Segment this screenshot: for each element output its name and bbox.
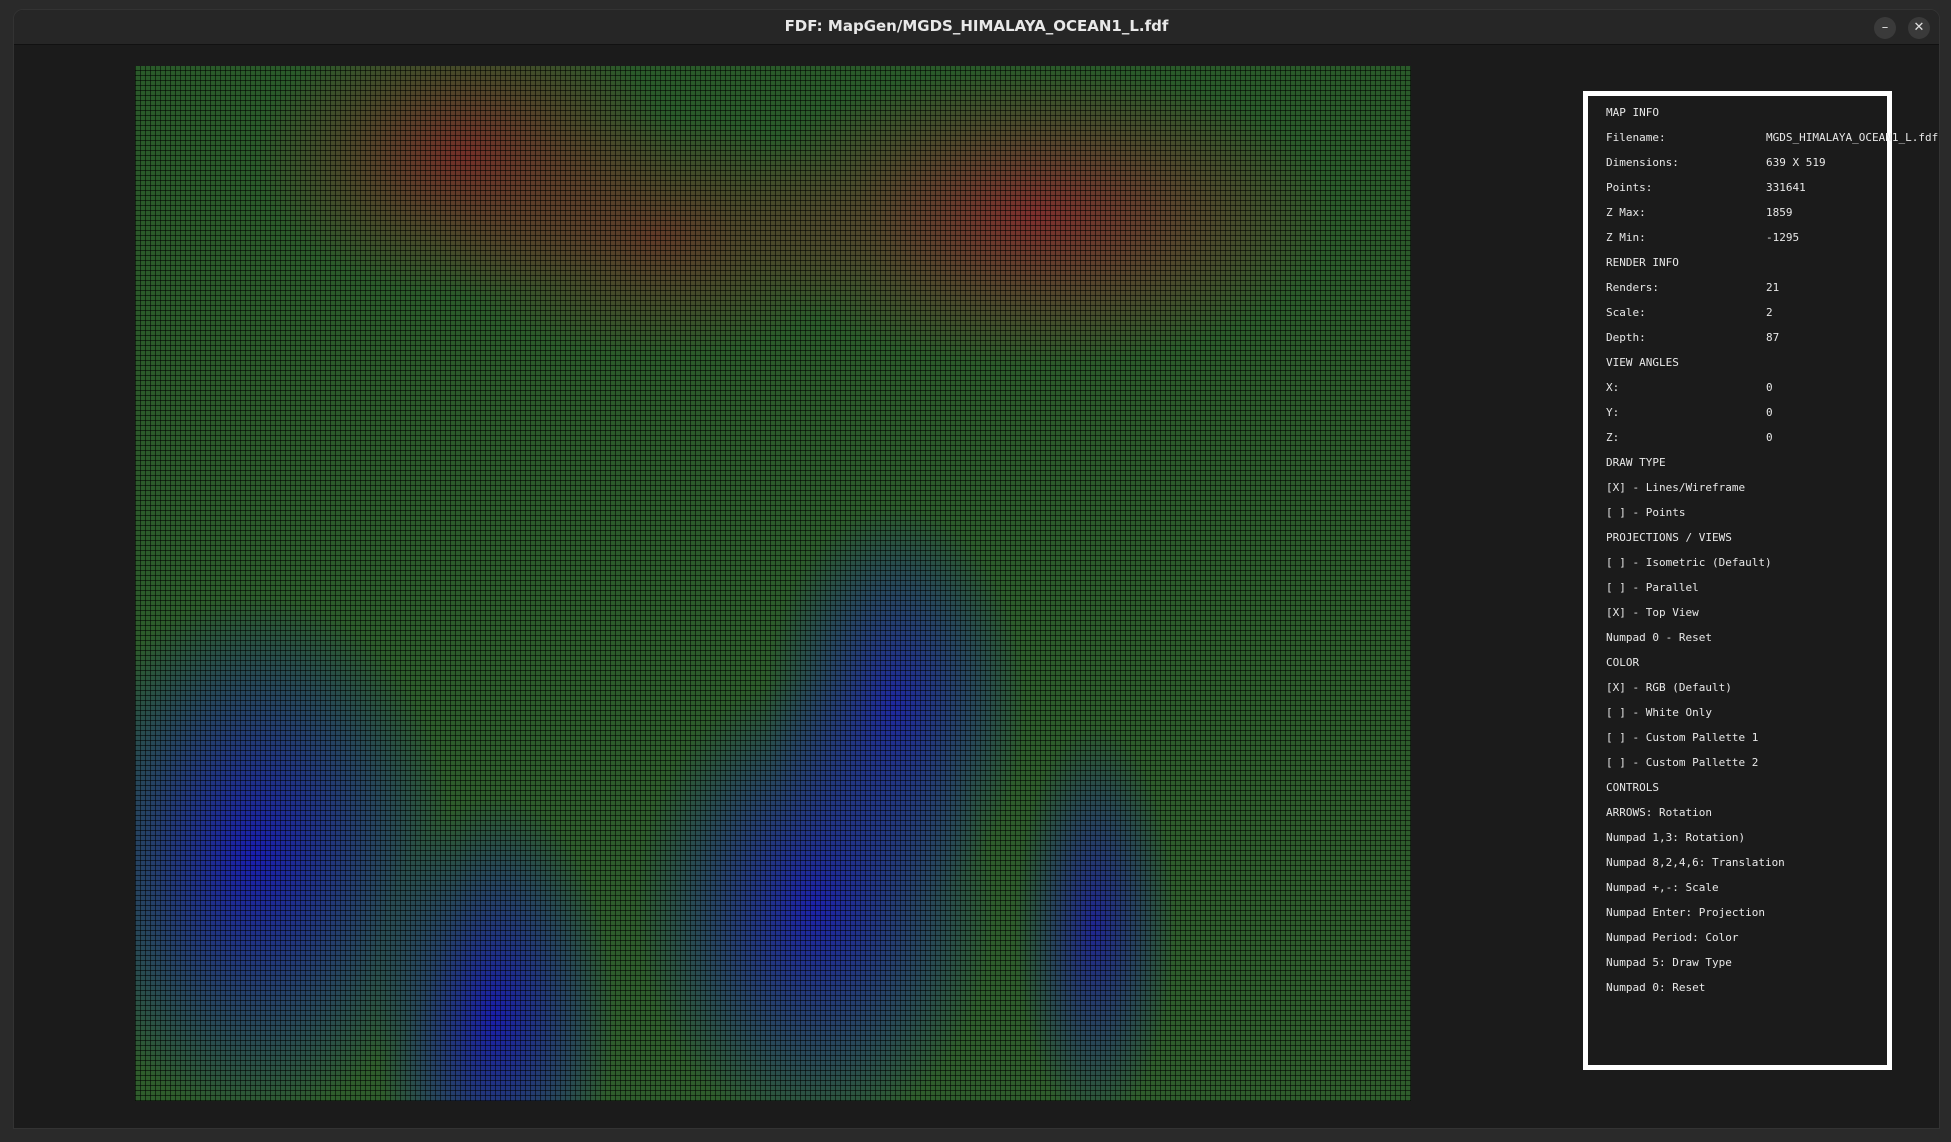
app-window: FDF: MapGen/MGDS_HIMALAYA_OCEAN1_L.fdf –… — [13, 9, 1940, 1129]
control-translation: Numpad 8,2,4,6: Translation — [1606, 856, 1785, 869]
control-reset: Numpad 0: Reset — [1606, 981, 1706, 994]
color-custom-2: [ ] - Custom Pallette 2 — [1606, 756, 1759, 769]
points-value: 331641 — [1766, 181, 1806, 194]
title-bar[interactable]: FDF: MapGen/MGDS_HIMALAYA_OCEAN1_L.fdf –… — [14, 10, 1939, 45]
close-icon: ✕ — [1913, 20, 1925, 35]
view-angles-heading: VIEW ANGLES — [1606, 356, 1679, 369]
angle-z-value: 0 — [1766, 431, 1773, 444]
render-info-heading: RENDER INFO — [1606, 256, 1679, 269]
draw-type-lines: [X] - Lines/Wireframe — [1606, 481, 1746, 494]
color-rgb: [X] - RGB (Default) — [1606, 681, 1732, 694]
angle-x-label: X: — [1606, 381, 1620, 394]
control-scale: Numpad +,-: Scale — [1606, 881, 1719, 894]
projection-parallel: [ ] - Parallel — [1606, 581, 1699, 594]
projection-isometric: [ ] - Isometric (Default) — [1606, 556, 1772, 569]
control-projection: Numpad Enter: Projection — [1606, 906, 1765, 919]
points-label: Points: — [1606, 181, 1653, 194]
scale-value: 2 — [1766, 306, 1773, 319]
minimize-button[interactable]: – — [1874, 17, 1896, 39]
color-custom-1: [ ] - Custom Pallette 1 — [1606, 731, 1759, 744]
controls-heading: CONTROLS — [1606, 781, 1659, 794]
draw-type-heading: DRAW TYPE — [1606, 456, 1666, 469]
close-button[interactable]: ✕ — [1908, 17, 1930, 39]
control-arrows: ARROWS: Rotation — [1606, 806, 1712, 819]
map-info-heading: MAP INFO — [1606, 106, 1659, 119]
color-white-only: [ ] - White Only — [1606, 706, 1712, 719]
projections-heading: PROJECTIONS / VIEWS — [1606, 531, 1732, 544]
angle-z-label: Z: — [1606, 431, 1620, 444]
control-draw-type: Numpad 5: Draw Type — [1606, 956, 1732, 969]
control-color: Numpad Period: Color — [1606, 931, 1739, 944]
zmax-label: Z Max: — [1606, 206, 1646, 219]
minimize-icon: – — [1881, 20, 1889, 35]
filename-value: MGDS_HIMALAYA_OCEAN1_L.fdf — [1766, 131, 1939, 144]
renders-label: Renders: — [1606, 281, 1659, 294]
angle-y-value: 0 — [1766, 406, 1773, 419]
depth-label: Depth: — [1606, 331, 1646, 344]
renders-value: 21 — [1766, 281, 1780, 294]
draw-type-points: [ ] - Points — [1606, 506, 1686, 519]
angle-x-value: 0 — [1766, 381, 1773, 394]
projection-reset: Numpad 0 - Reset — [1606, 631, 1712, 644]
color-heading: COLOR — [1606, 656, 1640, 669]
info-panel: MAP INFO Filename: MGDS_HIMALAYA_OCEAN1_… — [1583, 91, 1938, 1070]
zmin-value: -1295 — [1766, 231, 1800, 244]
depth-value: 87 — [1766, 331, 1780, 344]
scale-label: Scale: — [1606, 306, 1646, 319]
dimensions-label: Dimensions: — [1606, 156, 1679, 169]
dimensions-value: 639 X 519 — [1766, 156, 1826, 169]
filename-label: Filename: — [1606, 131, 1666, 144]
projection-top-view: [X] - Top View — [1606, 606, 1699, 619]
heightmap-wireframe-render[interactable] — [135, 66, 1411, 1101]
control-rotation: Numpad 1,3: Rotation) — [1606, 831, 1746, 844]
zmin-label: Z Min: — [1606, 231, 1646, 244]
window-title: FDF: MapGen/MGDS_HIMALAYA_OCEAN1_L.fdf — [784, 17, 1169, 35]
angle-y-label: Y: — [1606, 406, 1620, 419]
zmax-value: 1859 — [1766, 206, 1793, 219]
